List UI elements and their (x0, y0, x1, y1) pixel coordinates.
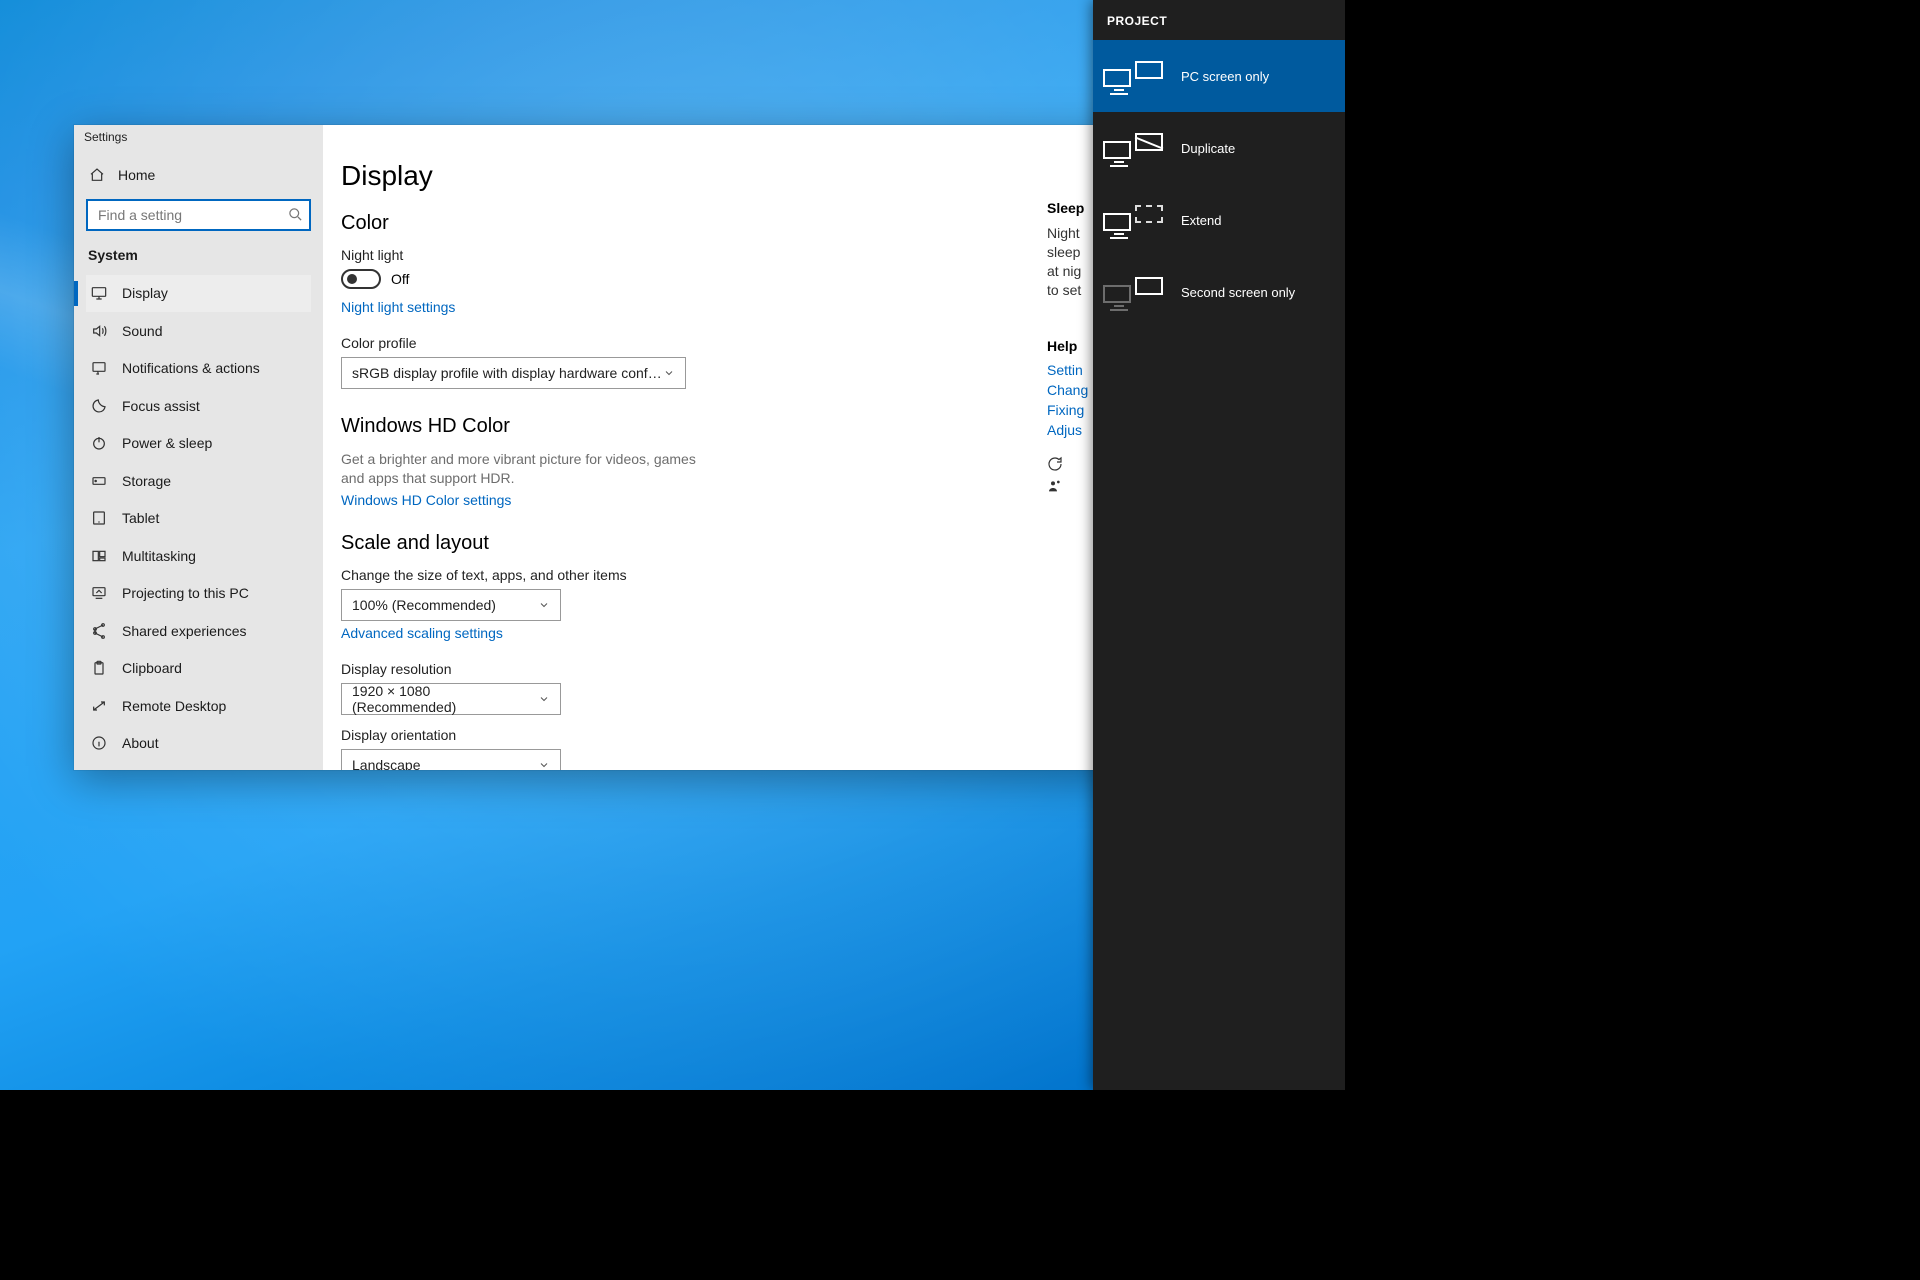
text-size-value: 100% (Recommended) (352, 597, 496, 613)
search-icon (288, 207, 303, 222)
project-panel: PROJECT PC screen only Duplicate Extend … (1093, 0, 1345, 1090)
project-option-extend[interactable]: Extend (1093, 184, 1345, 256)
project-option-label: PC screen only (1181, 69, 1269, 84)
sidebar-nav: Display Sound Notifications & actions Fo… (86, 275, 311, 763)
color-profile-dropdown[interactable]: sRGB display profile with display hardwa… (341, 357, 686, 389)
section-color: Color (341, 212, 1170, 235)
project-graphic-icon (1103, 131, 1167, 165)
project-option-label: Extend (1181, 213, 1221, 228)
sidebar-item-label: Shared experiences (122, 623, 247, 639)
page-title: Display (341, 160, 1170, 192)
color-profile-value: sRGB display profile with display hardwa… (352, 365, 663, 381)
sidebar-category: System (86, 239, 311, 275)
remote-desktop-icon (90, 698, 108, 714)
text-size-dropdown[interactable]: 100% (Recommended) (341, 589, 561, 621)
project-graphic-icon (1103, 59, 1167, 93)
storage-icon (90, 473, 108, 489)
text-size-label: Change the size of text, apps, and other… (341, 567, 1170, 583)
sidebar-item-remote-desktop[interactable]: Remote Desktop (86, 687, 311, 725)
sidebar-item-label: Tablet (122, 510, 159, 526)
home-icon (88, 167, 106, 183)
section-scale: Scale and layout (341, 532, 1170, 555)
settings-main: Display Color Night light Off Night ligh… (323, 125, 1198, 770)
about-icon (90, 735, 108, 751)
hdr-settings-link[interactable]: Windows HD Color settings (341, 492, 511, 508)
sidebar-item-label: Display (122, 285, 168, 301)
multitasking-icon (90, 548, 108, 564)
sidebar-item-label: Focus assist (122, 398, 200, 414)
night-light-state: Off (391, 271, 409, 287)
sidebar-item-multitasking[interactable]: Multitasking (86, 537, 311, 575)
project-graphic-icon (1103, 203, 1167, 237)
projecting-icon (90, 585, 108, 601)
settings-sidebar: Settings Home System Display (74, 125, 323, 770)
focus-assist-icon (90, 398, 108, 414)
sidebar-item-label: Storage (122, 473, 171, 489)
project-option-duplicate[interactable]: Duplicate (1093, 112, 1345, 184)
sidebar-item-shared-experiences[interactable]: Shared experiences (86, 612, 311, 650)
window-title: Settings (84, 130, 127, 144)
resolution-value: 1920 × 1080 (Recommended) (352, 683, 538, 715)
sidebar-search[interactable] (86, 199, 311, 231)
color-profile-label: Color profile (341, 335, 1170, 351)
project-graphic-icon (1103, 275, 1167, 309)
sidebar-home[interactable]: Home (86, 155, 311, 195)
hdr-description: Get a brighter and more vibrant picture … (341, 450, 701, 488)
chevron-down-icon (538, 759, 550, 770)
notifications-icon (90, 360, 108, 376)
project-option-second-screen-only[interactable]: Second screen only (1093, 256, 1345, 328)
chevron-down-icon (538, 599, 550, 611)
project-panel-title: PROJECT (1093, 0, 1345, 40)
chevron-down-icon (663, 367, 675, 379)
search-input[interactable] (86, 199, 311, 231)
power-icon (90, 435, 108, 451)
tablet-icon (90, 510, 108, 526)
orientation-dropdown[interactable]: Landscape (341, 749, 561, 770)
sound-icon (90, 323, 108, 339)
sidebar-item-label: Power & sleep (122, 435, 212, 451)
sidebar-item-tablet[interactable]: Tablet (86, 500, 311, 538)
display-icon (90, 285, 108, 301)
sidebar-item-label: Clipboard (122, 660, 182, 676)
advanced-scaling-link[interactable]: Advanced scaling settings (341, 625, 503, 641)
resolution-label: Display resolution (341, 661, 1170, 677)
sidebar-item-display[interactable]: Display (86, 275, 311, 313)
sidebar-item-power-sleep[interactable]: Power & sleep (86, 425, 311, 463)
night-light-label: Night light (341, 247, 1170, 263)
sidebar-item-label: Sound (122, 323, 162, 339)
person-icon (1047, 478, 1065, 494)
window-title-bar[interactable]: Settings (74, 125, 323, 150)
sidebar-item-focus-assist[interactable]: Focus assist (86, 387, 311, 425)
settings-window: Settings Home System Display (74, 125, 1198, 770)
sidebar-item-clipboard[interactable]: Clipboard (86, 650, 311, 688)
feedback-icon (1047, 456, 1065, 472)
sidebar-item-label: About (122, 735, 159, 751)
section-hdr: Windows HD Color (341, 415, 1170, 438)
sidebar-item-about[interactable]: About (86, 725, 311, 763)
clipboard-icon (90, 660, 108, 676)
orientation-value: Landscape (352, 757, 421, 770)
shared-icon (90, 623, 108, 639)
sidebar-item-label: Remote Desktop (122, 698, 226, 714)
resolution-dropdown[interactable]: 1920 × 1080 (Recommended) (341, 683, 561, 715)
sidebar-home-label: Home (118, 167, 155, 183)
night-light-toggle[interactable] (341, 269, 381, 289)
project-option-label: Duplicate (1181, 141, 1235, 156)
sidebar-item-label: Notifications & actions (122, 360, 260, 376)
letterbox-right (1345, 0, 1920, 1280)
chevron-down-icon (538, 693, 550, 705)
sidebar-item-projecting[interactable]: Projecting to this PC (86, 575, 311, 613)
project-option-label: Second screen only (1181, 285, 1295, 300)
project-option-pc-screen-only[interactable]: PC screen only (1093, 40, 1345, 112)
sidebar-item-label: Multitasking (122, 548, 196, 564)
night-light-settings-link[interactable]: Night light settings (341, 299, 455, 315)
sidebar-item-storage[interactable]: Storage (86, 462, 311, 500)
orientation-label: Display orientation (341, 727, 1170, 743)
sidebar-item-notifications[interactable]: Notifications & actions (86, 350, 311, 388)
sidebar-item-sound[interactable]: Sound (86, 312, 311, 350)
sidebar-item-label: Projecting to this PC (122, 585, 249, 601)
